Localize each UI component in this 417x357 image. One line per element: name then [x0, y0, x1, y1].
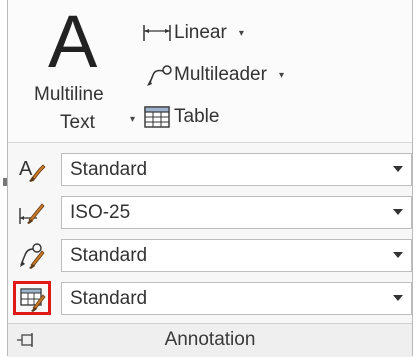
multiline-text-icon: A	[48, 0, 98, 83]
chevron-down-icon	[393, 252, 403, 258]
panel-separator	[8, 142, 412, 143]
table-label: Table	[174, 106, 220, 127]
table-style-icon[interactable]	[13, 281, 51, 315]
multiline-text-dropdown-arrow[interactable]: ▾	[130, 114, 135, 125]
panel-footer[interactable]: Annotation	[8, 323, 412, 357]
table-icon	[140, 104, 174, 130]
text-style-dropdown[interactable]: Standard	[61, 153, 412, 186]
dimension-style-row: ISO-25	[14, 194, 412, 230]
annotation-panel: A Multiline Text ▾ Linear ▾ Multileader …	[7, 0, 413, 357]
table-style-row: Standard	[13, 280, 412, 316]
panel-title: Annotation	[164, 329, 256, 350]
text-style-icon[interactable]: A	[14, 153, 50, 185]
multileader-dropdown-arrow[interactable]: ▾	[279, 70, 284, 81]
chevron-down-icon	[393, 166, 403, 172]
chevron-down-icon	[393, 209, 403, 215]
multiline-text-label-line1: Multiline	[34, 84, 104, 105]
table-style-dropdown[interactable]: Standard	[61, 282, 412, 315]
multileader-style-icon[interactable]	[14, 239, 50, 271]
chevron-down-icon	[393, 295, 403, 301]
multiline-text-button[interactable]: A Multiline Text ▾	[24, 2, 144, 138]
svg-text:A: A	[19, 158, 33, 180]
multileader-label: Multileader	[174, 64, 267, 85]
text-style-row: A Standard	[14, 151, 412, 187]
multileader-style-dropdown[interactable]: Standard	[61, 239, 412, 272]
linear-dimension-icon	[140, 20, 174, 46]
text-style-value: Standard	[70, 159, 148, 180]
dimension-style-dropdown[interactable]: ISO-25	[61, 196, 412, 229]
linear-dimension-label: Linear	[174, 22, 227, 43]
table-button[interactable]: Table	[140, 102, 219, 132]
annotation-tools-area: A Multiline Text ▾ Linear ▾ Multileader …	[8, 0, 412, 142]
linear-dimension-button[interactable]: Linear ▾	[140, 18, 244, 48]
multileader-style-row: Standard	[14, 237, 412, 273]
dimension-style-value: ISO-25	[70, 202, 131, 223]
multileader-icon	[140, 62, 174, 88]
linear-dropdown-arrow[interactable]: ▾	[239, 28, 244, 39]
multileader-button[interactable]: Multileader ▾	[140, 60, 284, 90]
multiline-text-label-line2: Text	[60, 112, 95, 133]
dimension-style-icon[interactable]	[14, 196, 50, 228]
table-style-value: Standard	[70, 288, 148, 309]
multileader-style-value: Standard	[70, 245, 148, 266]
